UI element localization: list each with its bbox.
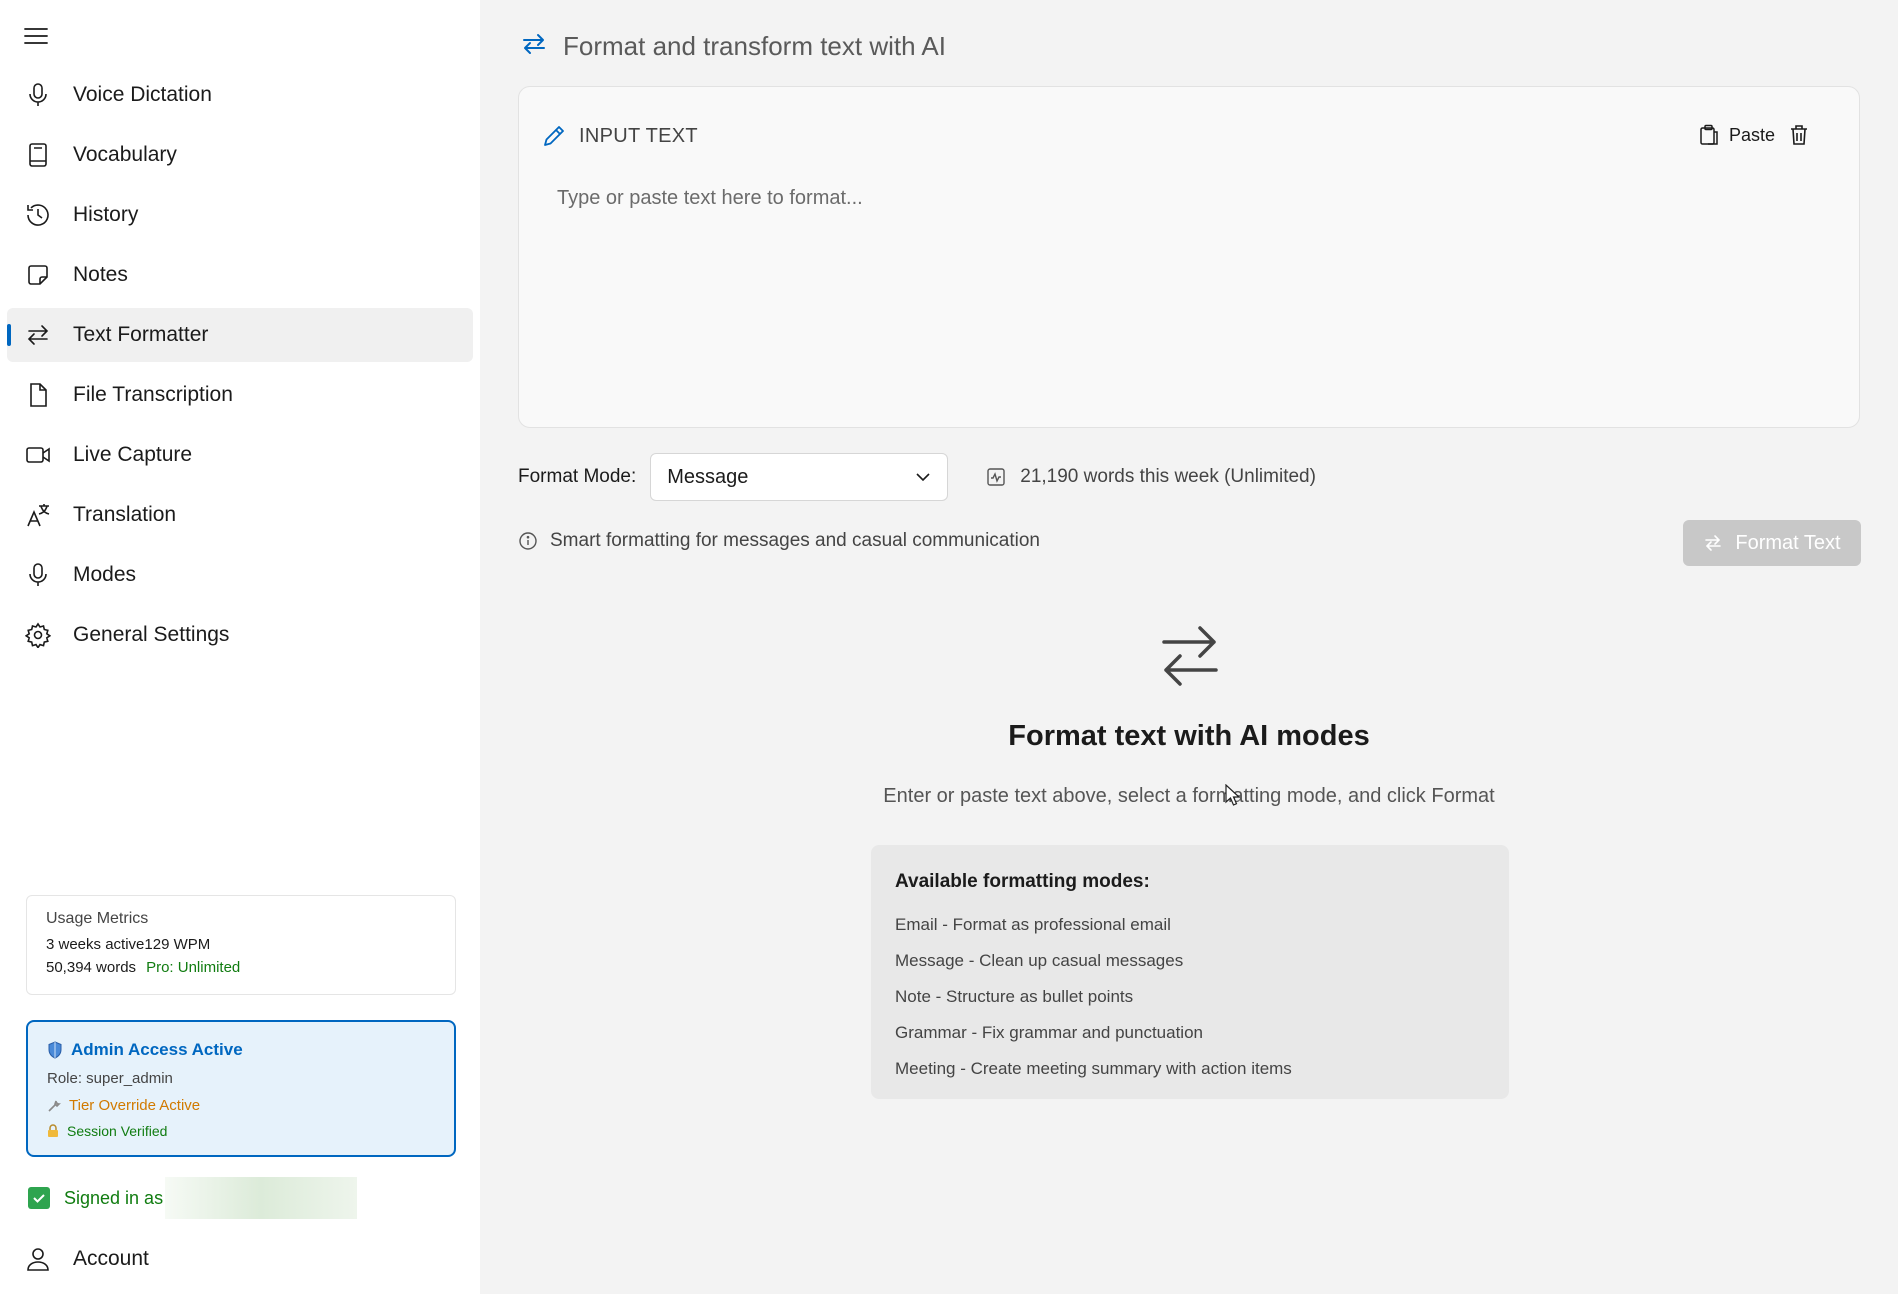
clear-button[interactable] [1783,119,1815,151]
input-text-label: INPUT TEXT [579,125,698,147]
redacted-user-email [165,1177,358,1219]
format-mode-select[interactable]: Message [650,453,949,501]
sidebar-item-notes[interactable]: Notes [7,248,473,302]
sidebar-item-general-settings[interactable]: General Settings [7,608,473,662]
sidebar-item-live-capture[interactable]: Live Capture [7,428,473,482]
chevron-down-icon [915,472,931,482]
swap-arrows-icon [1158,618,1222,694]
account-label: Account [73,1247,149,1270]
activity-chart-icon [986,467,1006,487]
sidebar-item-label: Vocabulary [73,143,177,166]
microphone-icon [25,82,51,108]
admin-access-header: Admin Access Active [47,1040,435,1060]
format-text-button[interactable]: Format Text [1683,520,1861,566]
plan-badge: Pro: Unlimited [146,959,241,976]
mode-description-text: Smart formatting for messages and casual… [550,530,1040,551]
sidebar-item-label: History [73,203,139,226]
sidebar-item-label: Notes [73,263,128,286]
microphone-icon [25,562,51,588]
info-icon [518,531,538,551]
book-icon [25,142,51,168]
wpm-text: 129 WPM [144,936,211,953]
sidebar-item-history[interactable]: History [7,188,473,242]
format-mode-label: Format Mode: [518,466,637,487]
tier-override-text: Tier Override Active [69,1097,201,1114]
sidebar-item-voice-dictation[interactable]: Voice Dictation [7,68,473,122]
session-verified-status: Session Verified [47,1123,435,1139]
mode-description: Smart formatting for messages and casual… [518,530,1040,552]
sidebar-item-label: Live Capture [73,443,193,466]
list-item: Meeting - Create meeting summary with ac… [895,1059,1292,1078]
page-title: Format and transform text with AI [563,31,946,61]
sidebar-item-text-formatter[interactable]: Text Formatter [7,308,473,362]
input-text-card: INPUT TEXT Paste [518,86,1860,428]
total-words-text: 50,394 words [46,959,137,976]
sidebar-item-file-transcription[interactable]: File Transcription [7,368,473,422]
list-item: Message - Clean up casual messages [895,951,1184,970]
clipboard-icon [1699,124,1719,146]
hamburger-menu-icon[interactable] [22,24,50,48]
pencil-icon [541,123,567,149]
available-modes-box: Available formatting modes: Email - Form… [871,845,1509,1099]
usage-metrics-card: Usage Metrics 3 weeks active 129 WPM 50,… [26,895,456,995]
sidebar-item-modes[interactable]: Modes [7,548,473,602]
usage-metrics-title: Usage Metrics [46,910,149,927]
checkbox-checked-icon [28,1187,50,1209]
empty-state-title: Format text with AI modes [1008,720,1370,752]
format-mode-row: Format Mode: Message 21,190 words this w… [518,452,1316,502]
usage-metrics-line: 3 weeks active 129 WPM [46,936,436,953]
account-button[interactable]: Account [7,1232,473,1286]
sidebar-nav: Voice Dictation Vocabulary History Notes… [0,68,480,668]
sidebar-item-vocabulary[interactable]: Vocabulary [7,128,473,182]
usage-metrics-line: 50,394 words Pro: Unlimited [46,959,436,976]
available-modes-title: Available formatting modes: [895,871,1150,892]
signed-in-label: Signed in as [64,1187,164,1208]
sidebar: Voice Dictation Vocabulary History Notes… [0,0,480,1294]
sidebar-item-label: Text Formatter [73,323,209,346]
input-text-area[interactable] [547,187,1827,407]
sidebar-item-label: Voice Dictation [73,83,212,106]
history-icon [25,202,51,228]
swap-arrows-icon [1703,533,1723,553]
person-icon [25,1246,51,1272]
paste-label: Paste [1729,124,1776,145]
gear-icon [25,622,51,648]
list-item: Email - Format as professional email [895,915,1171,934]
paste-button[interactable]: Paste [1689,117,1785,153]
admin-role-text: Role: super_admin [47,1070,173,1087]
weekly-usage: 21,190 words this week (Unlimited) [986,466,1316,488]
tier-override-status: Tier Override Active [47,1097,435,1114]
session-verified-text: Session Verified [67,1123,168,1139]
lock-icon [47,1124,59,1138]
trash-icon [1789,124,1809,146]
swap-arrows-icon [520,30,548,58]
file-icon [25,382,51,408]
note-icon [25,262,51,288]
weeks-active-text: 3 weeks active [46,936,145,953]
format-mode-value: Message [667,465,749,488]
translate-icon [25,502,51,528]
sidebar-item-label: Translation [73,503,177,526]
mouse-cursor-icon [1225,784,1241,806]
admin-access-title: Admin Access Active [71,1040,243,1059]
sidebar-item-label: File Transcription [73,383,233,406]
sidebar-item-label: General Settings [73,623,230,646]
sidebar-item-translation[interactable]: Translation [7,488,473,542]
shield-icon [47,1041,63,1059]
wrench-icon [47,1099,61,1113]
video-camera-icon [25,442,51,468]
swap-arrows-icon [25,322,51,348]
weekly-usage-text: 21,190 words this week (Unlimited) [1020,466,1316,487]
list-item: Note - Structure as bullet points [895,987,1134,1006]
list-item: Grammar - Fix grammar and punctuation [895,1023,1203,1042]
admin-access-card: Admin Access Active Role: super_admin Ti… [26,1020,456,1157]
empty-state-subtitle: Enter or paste text above, select a form… [883,785,1495,807]
sidebar-item-label: Modes [73,563,137,586]
format-text-label: Format Text [1735,531,1841,554]
main-content: Format and transform text with AI INPUT … [480,0,1898,1294]
signed-in-status: Signed in as [28,1176,358,1220]
